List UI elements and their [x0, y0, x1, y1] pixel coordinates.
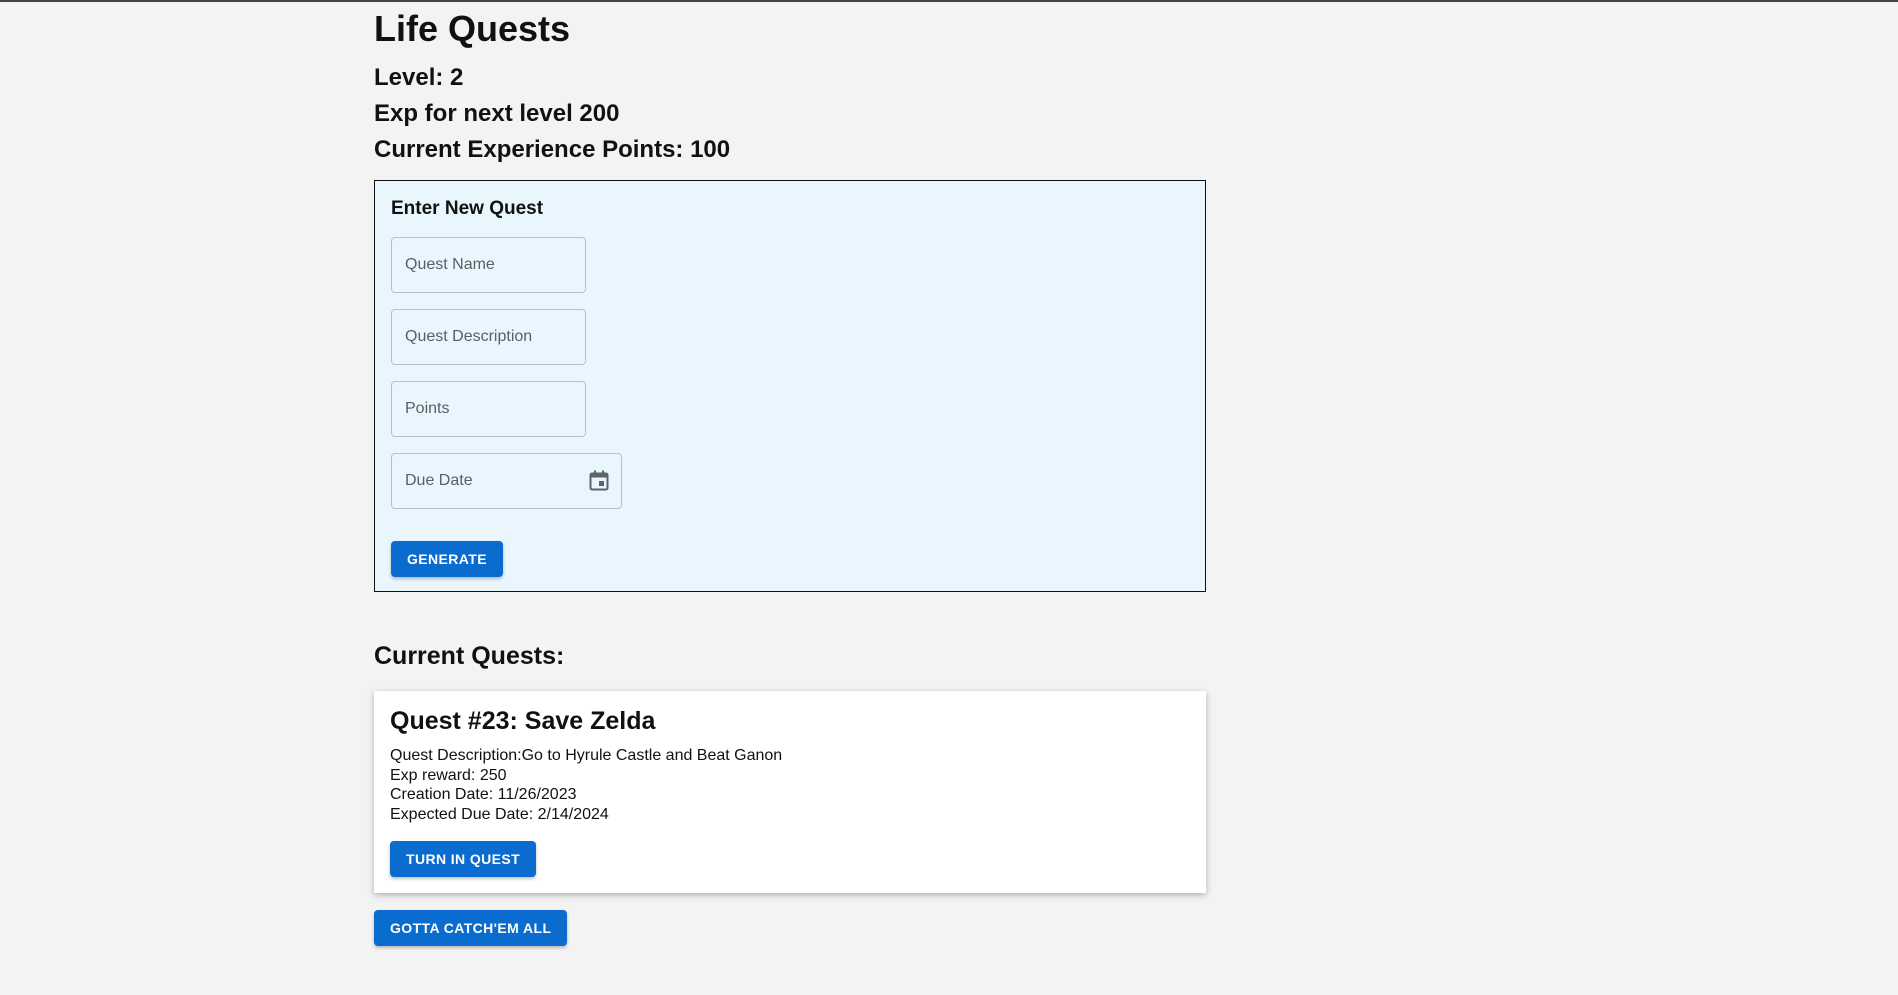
page-content: Life Quests Level: 2 Exp for next level …	[374, 8, 1208, 946]
new-quest-form: Enter New Quest GENERATE	[374, 180, 1206, 592]
points-input[interactable]	[391, 381, 586, 437]
quest-description: Quest Description:Go to Hyrule Castle an…	[390, 747, 783, 764]
top-border	[0, 0, 1898, 2]
level-text: Level: 2	[374, 64, 464, 91]
quest-creation-date: Creation Date: 11/26/2023	[390, 786, 577, 803]
gotta-catch-em-all-button[interactable]: GOTTA CATCH'EM ALL	[374, 910, 568, 946]
page-title: Life Quests	[374, 8, 571, 49]
quest-title: Quest #23: Save Zelda	[390, 707, 656, 735]
due-date-input[interactable]	[391, 453, 622, 509]
form-title: Enter New Quest	[391, 198, 544, 219]
exp-next-level-text: Exp for next level 200	[374, 100, 620, 127]
calendar-icon[interactable]	[589, 470, 609, 491]
quest-description-input[interactable]	[391, 309, 586, 365]
quest-card: Quest #23: Save Zelda Quest Description:…	[374, 691, 1206, 893]
quest-name-input[interactable]	[391, 237, 586, 293]
turn-in-quest-button[interactable]: TURN IN QUEST	[390, 841, 537, 877]
quest-details: Quest Description:Go to Hyrule Castle an…	[390, 746, 1190, 824]
due-date-field	[391, 453, 622, 509]
quest-exp-reward: Exp reward: 250	[390, 766, 507, 784]
generate-button[interactable]: GENERATE	[391, 541, 503, 577]
quest-due-date: Expected Due Date: 2/14/2024	[390, 805, 609, 823]
current-quests-heading: Current Quests:	[374, 642, 565, 670]
current-exp-text: Current Experience Points: 100	[374, 136, 731, 163]
